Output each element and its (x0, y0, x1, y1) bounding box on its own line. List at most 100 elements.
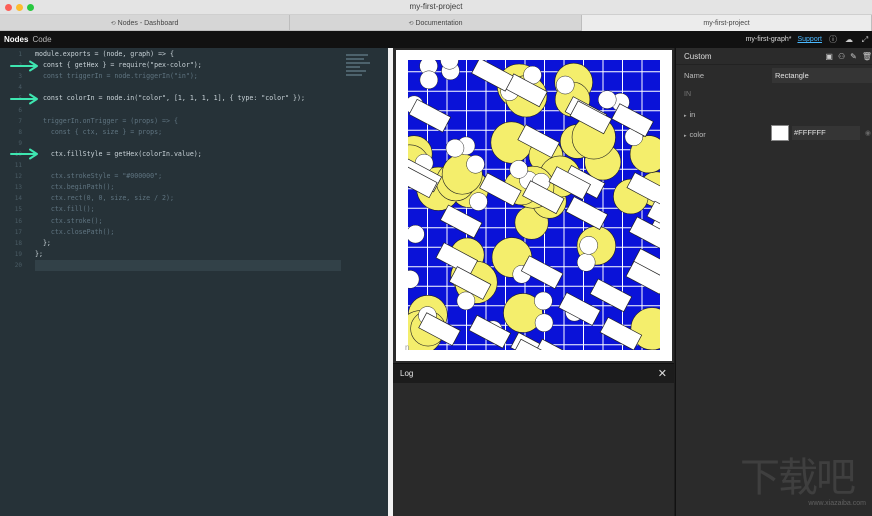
brush-icon[interactable]: ✎ (850, 52, 857, 61)
app-header: Nodes Code my-first-graph* Support ⓘ ☁ ⤢ (0, 31, 872, 48)
nav-code[interactable]: Code (32, 35, 51, 44)
code-line[interactable]: 14 ctx.rect(0, 0, size, size / 2); (0, 193, 388, 204)
watermark-text: 下载吧 (740, 455, 856, 501)
code-line[interactable]: 15 ctx.fill(); (0, 204, 388, 215)
in-section-label: IN (684, 91, 691, 98)
line-number: 17 (14, 228, 22, 236)
log-panel: Log ✕ (393, 363, 674, 516)
line-number: 19 (14, 250, 22, 258)
pattern-dot (534, 291, 553, 311)
code-line[interactable]: 16 ctx.stroke(); (0, 216, 388, 227)
eye-icon[interactable]: ◉ (865, 129, 871, 137)
inspector-header: Custom ▣ ⚇ ✎ 🗑︎ (676, 48, 872, 65)
code-line[interactable]: 5 const colorIn = node.in("color", [1, 1… (0, 93, 388, 104)
pattern-dot (576, 253, 596, 272)
canvas-preview[interactable]: n (396, 50, 672, 361)
code-line[interactable]: 11 (0, 160, 388, 171)
tab-label: Documentation (415, 19, 463, 27)
line-number: 20 (14, 261, 22, 269)
pattern-dot (555, 75, 575, 95)
code-text: ctx.closePath(); (35, 227, 115, 236)
trash-icon[interactable]: 🗑︎ (862, 52, 872, 61)
line-number: 8 (18, 128, 22, 136)
code-line[interactable]: 2 const { getHex } = require("pex-color"… (0, 60, 388, 71)
color-hex-field[interactable]: #FFFFFF (792, 126, 860, 140)
code-line[interactable]: 8 const { ctx, size } = props; (0, 127, 388, 138)
code-text: ctx.strokeStyle = "#000000"; (35, 172, 163, 181)
code-line[interactable]: 18 }; (0, 238, 388, 249)
pattern-dot (469, 192, 488, 211)
code-line[interactable]: 7 triggerIn.onTrigger = (props) => { (0, 116, 388, 127)
code-line[interactable]: 17 ctx.closePath(); (0, 227, 388, 238)
app-window: my-first-project ⟲ Nodes - Dashboard ⟲ Doc… (0, 0, 872, 516)
caret-right-icon: ▸ (684, 113, 687, 119)
close-icon[interactable]: ✕ (658, 367, 667, 380)
editor-minimap[interactable] (346, 54, 372, 84)
code-line[interactable]: 1 module.exports = (node, graph) => { (0, 49, 388, 60)
expand-icon[interactable]: ⤢ (860, 35, 870, 45)
support-link[interactable]: Support (797, 36, 822, 43)
nav-nodes[interactable]: Nodes (4, 35, 28, 44)
tab-my-first-project[interactable]: my-first-project (582, 15, 872, 31)
code-text: ctx.rect(0, 0, size, size / 2); (35, 194, 174, 203)
pattern-dot (445, 138, 465, 158)
code-text: const colorIn = node.in("color", [1, 1, … (35, 94, 305, 103)
image-icon[interactable]: ▣ (825, 52, 833, 61)
graph-name: my-first-graph* (745, 36, 792, 43)
code-text: ctx.beginPath(); (35, 183, 115, 192)
header-right: my-first-graph* Support ⓘ ☁ ⤢ (746, 31, 870, 48)
line-number: 9 (18, 139, 22, 147)
code-line[interactable]: 20 (0, 260, 388, 271)
generated-pattern (408, 60, 660, 350)
arrow-right-icon (10, 60, 38, 72)
name-label: Name (684, 71, 705, 80)
code-line[interactable]: 3 const triggerIn = node.triggerIn("in")… (0, 71, 388, 82)
pattern-dot (579, 236, 598, 255)
title-bar: my-first-project (0, 0, 872, 15)
code-text: ctx.stroke(); (35, 216, 103, 225)
code-line[interactable]: 19}; (0, 249, 388, 260)
preview-panel: n (393, 48, 674, 363)
code-line[interactable]: 6 (0, 105, 388, 116)
pattern-dot (534, 313, 554, 333)
line-number: 4 (18, 84, 22, 92)
code-editor[interactable]: 1 module.exports = (node, graph) => {2 co… (0, 48, 388, 516)
link-icon: ⟲ (408, 20, 414, 27)
inspector-panel: Custom ▣ ⚇ ✎ 🗑︎ Name Rectangle IN ▸ in ▸ c… (675, 48, 872, 516)
code-text: ctx.fill(); (35, 205, 95, 214)
line-number: 14 (14, 195, 22, 203)
in-port-row[interactable]: ▸ in (676, 106, 872, 123)
code-line[interactable]: 10 ctx.fillStyle = getHex(colorIn.value)… (0, 149, 388, 160)
code-line[interactable]: 9 (0, 138, 388, 149)
tab-nodes-dashboard[interactable]: ⟲ Nodes - Dashboard (0, 15, 290, 31)
arrow-right-icon (10, 93, 38, 105)
line-number: 3 (18, 73, 22, 81)
name-row: Name Rectangle (676, 67, 872, 84)
log-header: Log ✕ (393, 364, 674, 383)
name-field[interactable]: Rectangle (772, 68, 872, 83)
line-number: 11 (14, 162, 22, 169)
code-text: triggerIn.onTrigger = (props) => { (35, 116, 178, 125)
code-text: const triggerIn = node.triggerIn("in"); (35, 72, 198, 81)
watermark: 下载吧 www.xiazaiba.com (740, 456, 870, 514)
caret-right-icon: ▸ (684, 133, 687, 139)
browser-tab-bar: ⟲ Nodes - Dashboard ⟲ Documentation my-fir… (0, 15, 872, 31)
pattern-dot (597, 90, 617, 109)
code-line[interactable]: 12 ctx.strokeStyle = "#000000"; (0, 171, 388, 182)
color-swatch[interactable] (771, 125, 789, 141)
code-text: }; (35, 238, 51, 247)
line-number: 15 (14, 206, 22, 214)
arrow-right-icon (10, 148, 38, 160)
info-icon[interactable]: ⓘ (828, 34, 838, 45)
log-title: Log (400, 369, 414, 378)
corner-mark: n (405, 343, 410, 352)
code-line[interactable]: 13 ctx.beginPath(); (0, 182, 388, 193)
line-number: 1 (18, 51, 22, 58)
pattern-dot (419, 70, 439, 90)
code-line[interactable]: 4 (0, 82, 388, 93)
line-number: 18 (14, 239, 22, 247)
cloud-icon[interactable]: ☁ (844, 35, 854, 44)
person-icon[interactable]: ⚇ (838, 52, 845, 61)
line-number: 7 (18, 117, 22, 125)
tab-documentation[interactable]: ⟲ Documentation (290, 15, 582, 31)
